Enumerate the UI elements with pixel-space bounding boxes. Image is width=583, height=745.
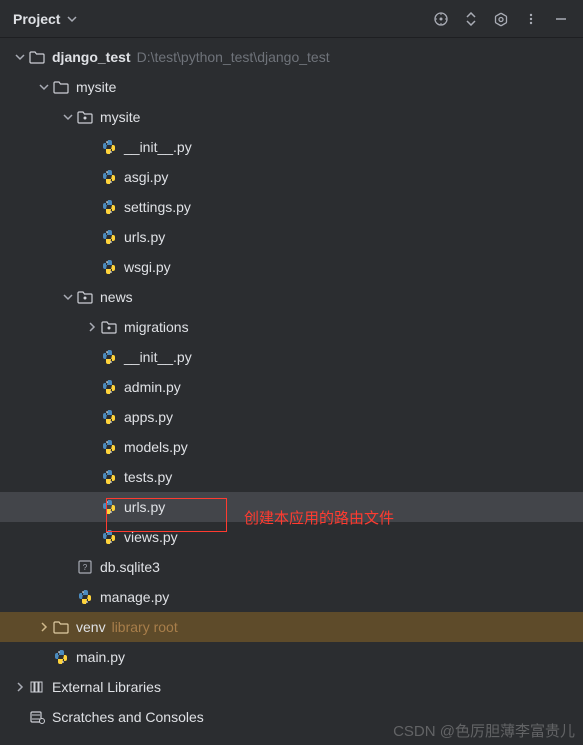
select-opened-file-icon[interactable] xyxy=(429,7,453,31)
more-icon[interactable] xyxy=(519,7,543,31)
tree-label: apps.py xyxy=(124,409,173,425)
package-icon xyxy=(76,288,94,306)
folder-icon xyxy=(28,48,46,66)
chevron-right-icon xyxy=(12,679,28,695)
tree-secondary-label: library root xyxy=(112,619,178,635)
python-icon xyxy=(52,648,70,666)
tree-file[interactable]: urls.py xyxy=(0,222,583,252)
tree-file[interactable]: __init__.py xyxy=(0,342,583,372)
tree-label: Scratches and Consoles xyxy=(52,709,204,725)
library-icon xyxy=(28,678,46,696)
tree-folder-venv[interactable]: venv library root xyxy=(0,612,583,642)
chevron-down-icon xyxy=(60,289,76,305)
python-icon xyxy=(100,468,118,486)
tree-file[interactable]: main.py xyxy=(0,642,583,672)
package-icon xyxy=(100,318,118,336)
tree-label: news xyxy=(100,289,133,305)
tree-label: __init__.py xyxy=(124,139,192,155)
tree-file[interactable]: apps.py xyxy=(0,402,583,432)
python-icon xyxy=(100,348,118,366)
tree-file[interactable]: asgi.py xyxy=(0,162,583,192)
python-icon xyxy=(100,198,118,216)
project-tree[interactable]: django_test D:\test\python_test\django_t… xyxy=(0,38,583,732)
folder-icon xyxy=(52,618,70,636)
chevron-down-icon xyxy=(60,109,76,125)
python-icon xyxy=(100,228,118,246)
tree-path: D:\test\python_test\django_test xyxy=(137,49,330,65)
tree-file[interactable]: models.py xyxy=(0,432,583,462)
scratch-icon xyxy=(28,708,46,726)
chevron-down-icon xyxy=(36,79,52,95)
db-icon: ? xyxy=(76,558,94,576)
folder-icon xyxy=(52,78,70,96)
settings-icon[interactable] xyxy=(489,7,513,31)
tree-file[interactable]: admin.py xyxy=(0,372,583,402)
tree-label: manage.py xyxy=(100,589,169,605)
tree-folder[interactable]: mysite xyxy=(0,102,583,132)
tree-label: mysite xyxy=(100,109,140,125)
tree-label: models.py xyxy=(124,439,188,455)
tree-file[interactable]: views.py xyxy=(0,522,583,552)
python-icon xyxy=(100,528,118,546)
minimize-icon[interactable] xyxy=(549,7,573,31)
tree-file[interactable]: ? db.sqlite3 xyxy=(0,552,583,582)
project-dropdown[interactable]: Project xyxy=(13,11,80,27)
chevron-right-icon xyxy=(36,619,52,635)
chevron-right-icon xyxy=(84,319,100,335)
python-icon xyxy=(100,408,118,426)
python-icon xyxy=(100,378,118,396)
expand-collapse-icon[interactable] xyxy=(459,7,483,31)
tree-file[interactable]: __init__.py xyxy=(0,132,583,162)
chevron-down-icon xyxy=(12,49,28,65)
tree-file[interactable]: wsgi.py xyxy=(0,252,583,282)
tree-label: db.sqlite3 xyxy=(100,559,160,575)
tree-label: mysite xyxy=(76,79,116,95)
python-icon xyxy=(100,498,118,516)
tree-label: urls.py xyxy=(124,229,165,245)
tree-label: views.py xyxy=(124,529,178,545)
tree-label: wsgi.py xyxy=(124,259,171,275)
tree-label: venv xyxy=(76,619,106,635)
tree-folder[interactable]: news xyxy=(0,282,583,312)
tree-label: settings.py xyxy=(124,199,191,215)
tree-label: asgi.py xyxy=(124,169,168,185)
tree-label: django_test xyxy=(52,49,131,65)
tree-folder-root[interactable]: django_test D:\test\python_test\django_t… xyxy=(0,42,583,72)
tree-scratches[interactable]: Scratches and Consoles xyxy=(0,702,583,732)
python-icon xyxy=(100,438,118,456)
tree-external-libraries[interactable]: External Libraries xyxy=(0,672,583,702)
tree-file[interactable]: urls.py xyxy=(0,492,583,522)
tree-folder[interactable]: mysite xyxy=(0,72,583,102)
tree-folder[interactable]: migrations xyxy=(0,312,583,342)
python-icon xyxy=(100,138,118,156)
python-icon xyxy=(100,258,118,276)
tree-label: urls.py xyxy=(124,499,165,515)
package-icon xyxy=(76,108,94,126)
python-icon xyxy=(76,588,94,606)
tree-file[interactable]: tests.py xyxy=(0,462,583,492)
svg-text:?: ? xyxy=(83,563,88,572)
tree-label: admin.py xyxy=(124,379,181,395)
project-title: Project xyxy=(13,11,60,27)
tree-label: migrations xyxy=(124,319,189,335)
tree-label: External Libraries xyxy=(52,679,161,695)
tree-label: tests.py xyxy=(124,469,172,485)
chevron-down-icon xyxy=(64,11,80,27)
tree-label: main.py xyxy=(76,649,125,665)
python-icon xyxy=(100,168,118,186)
tree-file[interactable]: settings.py xyxy=(0,192,583,222)
tree-label: __init__.py xyxy=(124,349,192,365)
tree-file[interactable]: manage.py xyxy=(0,582,583,612)
